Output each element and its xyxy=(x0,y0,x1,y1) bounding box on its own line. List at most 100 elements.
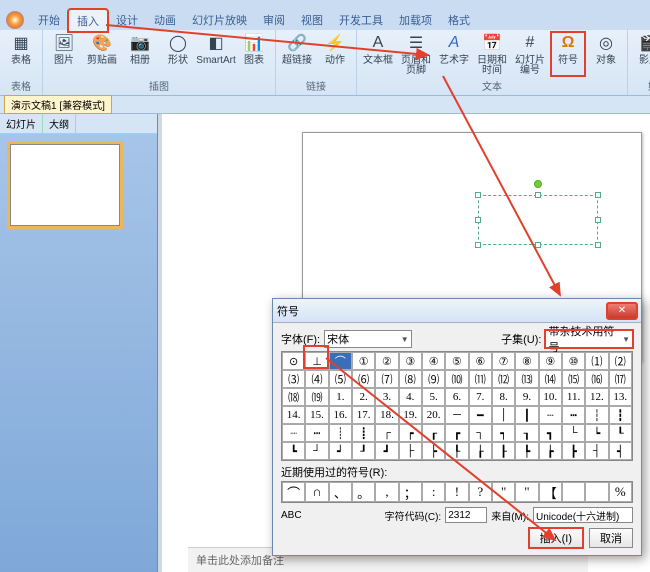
subset-select[interactable]: 带杂技术用符号▼ xyxy=(545,330,633,348)
recent-symbol-cell[interactable]: ⌒ xyxy=(282,482,305,502)
symbol-cell[interactable]: 16. xyxy=(329,406,352,424)
ribbon-object[interactable]: ◎对象 xyxy=(589,32,623,76)
tab-start[interactable]: 开始 xyxy=(30,9,68,31)
tab-review[interactable]: 审阅 xyxy=(255,9,293,31)
tab-show[interactable]: 幻灯片放映 xyxy=(184,9,255,31)
symbol-cell[interactable]: ⌒ xyxy=(329,352,352,370)
symbol-cell[interactable]: ┞ xyxy=(445,442,468,460)
recent-symbol-cell[interactable]: ∩ xyxy=(305,482,328,502)
symbol-cell[interactable]: ┌ xyxy=(375,424,398,442)
selected-shape[interactable] xyxy=(478,195,598,245)
symbol-cell[interactable]: ┍ xyxy=(399,424,422,442)
symbol-cell[interactable]: ⑶ xyxy=(282,370,305,388)
symbol-cell[interactable]: ┢ xyxy=(539,442,562,460)
symbol-cell[interactable]: 9. xyxy=(515,388,538,406)
symbol-cell[interactable]: ① xyxy=(352,352,375,370)
tab-format[interactable]: 格式 xyxy=(440,9,478,31)
symbol-cell[interactable]: 12. xyxy=(585,388,608,406)
recent-symbol-cell[interactable]: ? xyxy=(469,482,492,502)
ribbon-action[interactable]: ⚡动作 xyxy=(318,32,352,66)
symbol-cell[interactable]: 8. xyxy=(492,388,515,406)
symbol-cell[interactable]: ⒂ xyxy=(562,370,585,388)
symbol-cell[interactable]: ⊥ xyxy=(305,352,328,370)
symbol-cell[interactable]: ⑿ xyxy=(492,370,515,388)
symbol-cell[interactable]: 15. xyxy=(305,406,328,424)
symbol-cell[interactable]: 4. xyxy=(399,388,422,406)
cancel-button[interactable]: 取消 xyxy=(589,528,633,548)
recent-symbol-cell[interactable]: : xyxy=(422,482,445,502)
tab-anim[interactable]: 动画 xyxy=(146,9,184,31)
symbol-cell[interactable]: ┟ xyxy=(469,442,492,460)
symbol-cell[interactable]: ⑹ xyxy=(352,370,375,388)
symbol-cell[interactable]: ⑷ xyxy=(305,370,328,388)
symbol-grid[interactable]: ⊙⊥⌒①②③④⑤⑥⑦⑧⑨⑩⑴⑵⑶⑷⑸⑹⑺⑻⑼⑽⑾⑿⒀⒁⒂⒃⒄⒅⒆1.2.3.4.… xyxy=(281,351,633,461)
ribbon-headerfooter[interactable]: ☰页眉和页脚 xyxy=(399,32,433,76)
symbol-cell[interactable]: ⑾ xyxy=(469,370,492,388)
symbol-cell[interactable]: ⊙ xyxy=(282,352,305,370)
ribbon-slidenum[interactable]: #幻灯片编号 xyxy=(513,32,547,76)
symbol-cell[interactable]: ┎ xyxy=(422,424,445,442)
symbol-cell[interactable]: 5. xyxy=(422,388,445,406)
symbol-cell[interactable]: ⒃ xyxy=(585,370,608,388)
symbol-cell[interactable]: ┘ xyxy=(305,442,328,460)
symbol-cell[interactable]: 2. xyxy=(352,388,375,406)
symbol-cell[interactable]: ⒁ xyxy=(539,370,562,388)
symbol-cell[interactable]: ⑴ xyxy=(585,352,608,370)
symbol-cell[interactable]: 17. xyxy=(352,406,375,424)
recent-symbol-cell[interactable]: 。 xyxy=(352,482,375,502)
from-select[interactable]: Unicode(十六进制) xyxy=(533,507,633,523)
recent-symbol-cell[interactable]: , xyxy=(375,482,398,502)
symbol-cell[interactable]: ┖ xyxy=(609,424,632,442)
tab-view[interactable]: 视图 xyxy=(293,9,331,31)
panel-tab-slides[interactable]: 幻灯片 xyxy=(0,114,43,133)
symbol-cell[interactable]: ⑦ xyxy=(492,352,515,370)
symbol-cell[interactable]: ─ xyxy=(445,406,468,424)
symbol-cell[interactable]: ┗ xyxy=(282,442,305,460)
recent-symbol-cell[interactable]: ! xyxy=(445,482,468,502)
ribbon-table[interactable]: ▦表格 xyxy=(4,32,38,66)
tab-insert[interactable]: 插入 xyxy=(68,9,108,32)
office-button[interactable] xyxy=(6,11,24,29)
symbol-cell[interactable]: ┣ xyxy=(562,442,585,460)
ribbon-album[interactable]: 📷相册 xyxy=(123,32,157,66)
symbol-cell[interactable]: ┛ xyxy=(375,442,398,460)
symbol-cell[interactable]: 3. xyxy=(375,388,398,406)
symbol-cell[interactable]: ┇ xyxy=(609,406,632,424)
symbol-cell[interactable]: ④ xyxy=(422,352,445,370)
symbol-cell[interactable]: ┅ xyxy=(562,406,585,424)
symbol-cell[interactable]: ┡ xyxy=(515,442,538,460)
symbol-cell[interactable]: ⒆ xyxy=(305,388,328,406)
symbol-cell[interactable]: 18. xyxy=(375,406,398,424)
ribbon-textbox[interactable]: A文本框 xyxy=(361,32,395,76)
symbol-cell[interactable]: 20. xyxy=(422,406,445,424)
symbol-cell[interactable]: 10. xyxy=(539,388,562,406)
ribbon-shapes[interactable]: ◯形状 xyxy=(161,32,195,66)
ribbon-wordart[interactable]: A艺术字 xyxy=(437,32,471,76)
symbol-cell[interactable]: ├ xyxy=(399,442,422,460)
symbol-cell[interactable]: ⑻ xyxy=(399,370,422,388)
symbol-cell[interactable]: ┥ xyxy=(609,442,632,460)
symbol-cell[interactable]: ┙ xyxy=(329,442,352,460)
tab-design[interactable]: 设计 xyxy=(108,9,146,31)
symbol-cell[interactable]: ┐ xyxy=(469,424,492,442)
symbol-cell[interactable]: ┆ xyxy=(585,406,608,424)
symbol-cell[interactable]: ⑨ xyxy=(539,352,562,370)
symbol-cell[interactable]: 1. xyxy=(329,388,352,406)
document-tab[interactable]: 演示文稿1 [兼容模式] xyxy=(4,95,112,114)
recent-symbol-cell[interactable] xyxy=(562,482,585,502)
symbol-cell[interactable]: ⒀ xyxy=(515,370,538,388)
symbol-cell[interactable]: ┑ xyxy=(492,424,515,442)
symbol-cell[interactable]: ⑧ xyxy=(515,352,538,370)
recent-symbol-cell[interactable]: " xyxy=(515,482,538,502)
symbol-cell[interactable]: └ xyxy=(562,424,585,442)
font-select[interactable]: 宋体▼ xyxy=(324,330,412,348)
recent-symbol-cell[interactable]: " xyxy=(492,482,515,502)
insert-button[interactable]: 插入(I) xyxy=(529,528,583,548)
panel-tab-outline[interactable]: 大纲 xyxy=(43,114,76,133)
symbol-cell[interactable]: ┃ xyxy=(515,406,538,424)
symbol-cell[interactable]: ⑼ xyxy=(422,370,445,388)
recent-symbol-cell[interactable] xyxy=(585,482,608,502)
recent-symbol-cell[interactable]: 【 xyxy=(539,482,562,502)
symbol-cell[interactable]: ③ xyxy=(399,352,422,370)
close-button[interactable]: ✕ xyxy=(607,303,637,319)
